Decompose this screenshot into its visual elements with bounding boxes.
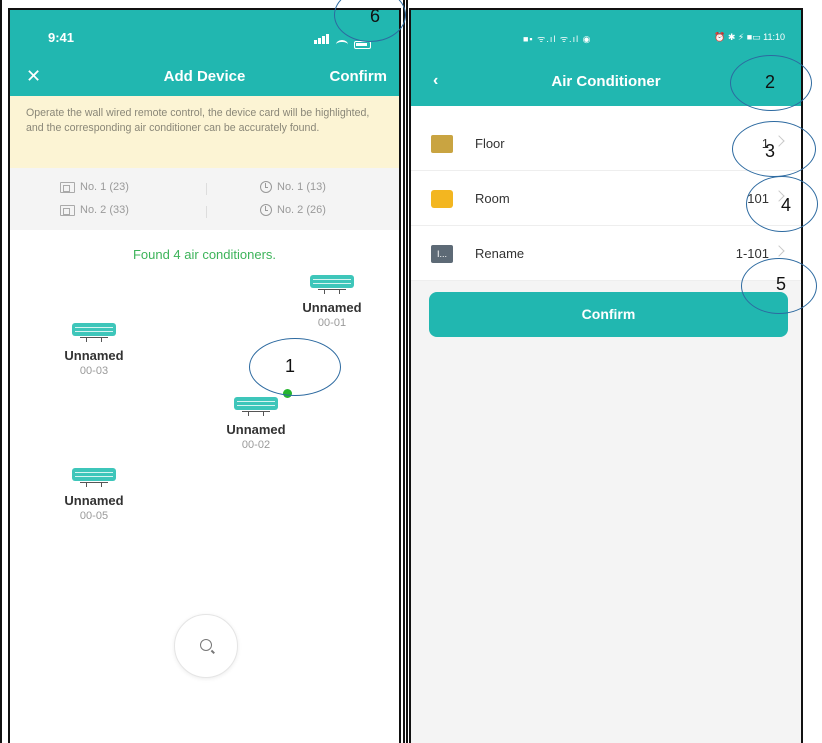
battery-icon xyxy=(354,41,371,49)
device-counts: No. 1 (23) No. 1 (13) No. 2 (33) No. 2 (… xyxy=(10,168,399,230)
device-card[interactable]: Unnamed 00-03 xyxy=(54,323,134,377)
clock-icon xyxy=(260,181,272,193)
annotation-number: 4 xyxy=(781,195,792,215)
annotation-number: 3 xyxy=(765,141,776,161)
annotation-number: 6 xyxy=(370,6,381,26)
device-card[interactable]: Unnamed 00-05 xyxy=(54,468,134,522)
count-label: No. 2 (26) xyxy=(277,204,326,216)
nav-bar: ✕ Add Device Confirm xyxy=(10,58,399,96)
device-name: Unnamed xyxy=(64,493,124,508)
status-time: 9:41 xyxy=(48,30,75,45)
search-icon-handle xyxy=(211,649,215,654)
search-icon xyxy=(200,639,212,651)
row-label: Floor xyxy=(475,136,505,151)
room-row[interactable]: Room 101 xyxy=(411,171,801,226)
confirm-button[interactable]: Confirm xyxy=(429,292,788,337)
annotation-number: 1 xyxy=(285,356,296,376)
frame-line-left xyxy=(0,0,2,743)
air-conditioner-screen: ■▪ ᯤ.ıl ᯤ.ıl ◉ ⏰ ✱ ⚡ ■▭ 11:10 ‹ Air Cond… xyxy=(409,8,803,743)
panel-icon xyxy=(60,181,75,193)
device-name: Unnamed xyxy=(302,300,362,315)
air-conditioner-icon xyxy=(72,468,116,488)
building-icon xyxy=(431,135,453,153)
device-name: Unnamed xyxy=(226,422,286,437)
signal-icon xyxy=(314,31,330,49)
device-card[interactable]: Unnamed 00-02 xyxy=(216,397,296,451)
panel-icon xyxy=(60,204,75,216)
wifi-icon xyxy=(336,40,348,49)
count-label: No. 2 (33) xyxy=(80,204,129,216)
content-background xyxy=(411,281,801,743)
count-label: No. 1 (13) xyxy=(277,181,326,193)
rename-icon: I... xyxy=(431,245,453,263)
status-icons-right: ⏰ ✱ ⚡ ■▭ 11:10 xyxy=(714,32,785,42)
count-item: No. 2 (26) xyxy=(260,204,326,216)
device-code: 00-02 xyxy=(241,439,271,451)
device-card[interactable]: Unnamed 00-01 xyxy=(292,275,372,329)
air-conditioner-icon xyxy=(234,397,278,417)
status-bar: ■▪ ᯤ.ıl ᯤ.ıl ◉ ⏰ ✱ ⚡ ■▭ 11:10 xyxy=(411,10,801,58)
device-code: 00-03 xyxy=(79,365,109,377)
rename-row[interactable]: I... Rename 1-101 xyxy=(411,226,801,281)
row-value: 1-101 xyxy=(735,246,769,261)
row-label: Rename xyxy=(475,246,525,261)
device-code: 00-01 xyxy=(317,317,347,329)
annotation-number: 5 xyxy=(776,274,787,294)
annotation-number: 2 xyxy=(765,72,776,92)
search-button[interactable] xyxy=(174,614,238,678)
divider xyxy=(206,183,207,195)
device-code: 00-05 xyxy=(79,510,109,522)
count-item: No. 2 (33) xyxy=(60,204,129,216)
door-icon xyxy=(431,190,453,208)
divider xyxy=(206,206,207,218)
status-icons-left: ■▪ ᯤ.ıl ᯤ.ıl ◉ xyxy=(523,34,592,44)
count-item: No. 1 (23) xyxy=(60,181,129,193)
clock-icon xyxy=(260,204,272,216)
add-device-screen: 9:41 ✕ Add Device Confirm Operate the wa… xyxy=(8,8,401,743)
count-item: No. 1 (13) xyxy=(260,181,326,193)
confirm-button[interactable]: Confirm xyxy=(330,68,388,85)
chevron-right-icon xyxy=(773,245,785,257)
count-label: No. 1 (23) xyxy=(80,181,129,193)
air-conditioner-icon xyxy=(72,323,116,343)
tip-banner: Operate the wall wired remote control, t… xyxy=(10,96,399,168)
device-name: Unnamed xyxy=(64,348,124,363)
air-conditioner-icon xyxy=(310,275,354,295)
frame-divider xyxy=(403,0,405,743)
row-label: Room xyxy=(475,191,510,206)
found-count-text: Found 4 air conditioners. xyxy=(132,247,277,262)
frame-divider xyxy=(406,0,408,743)
